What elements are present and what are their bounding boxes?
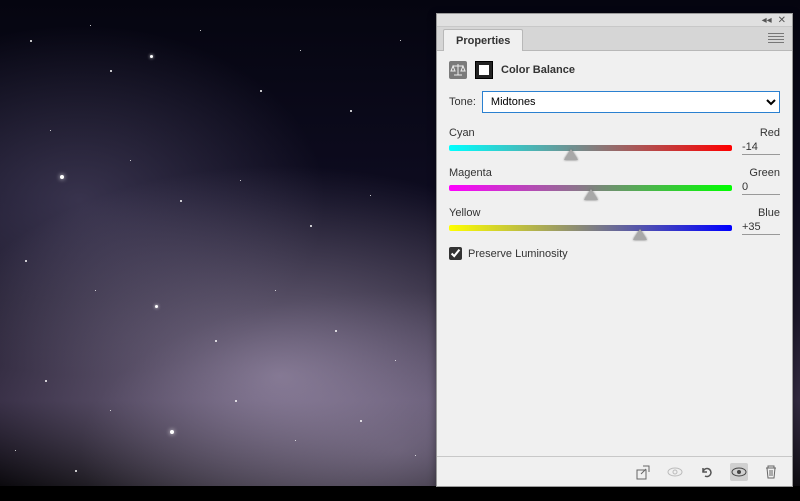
layer-mask-thumbnail[interactable] bbox=[475, 61, 493, 79]
slider-label-left: Cyan bbox=[449, 127, 475, 139]
tone-label: Tone: bbox=[449, 96, 476, 108]
slider-yellow-blue: Yellow Blue +35 bbox=[449, 207, 780, 235]
panel-tabbar: Properties bbox=[437, 27, 792, 51]
panel-footer bbox=[437, 456, 792, 486]
slider-label-left: Yellow bbox=[449, 207, 480, 219]
collapse-icon[interactable]: ◂◂ bbox=[762, 15, 772, 26]
tone-select[interactable]: Midtones bbox=[482, 91, 780, 113]
slider-handle[interactable] bbox=[584, 189, 598, 200]
slider-label-left: Magenta bbox=[449, 167, 492, 179]
slider-label-right: Green bbox=[749, 167, 780, 179]
panel-menu-icon[interactable] bbox=[768, 33, 784, 43]
reset-icon[interactable] bbox=[698, 463, 716, 481]
delete-icon[interactable] bbox=[762, 463, 780, 481]
slider-track-yellow-blue[interactable] bbox=[449, 225, 732, 231]
preserve-luminosity-checkbox[interactable] bbox=[449, 247, 462, 260]
slider-magenta-green: Magenta Green 0 bbox=[449, 167, 780, 195]
slider-label-right: Red bbox=[760, 127, 780, 139]
bottom-bar bbox=[0, 486, 800, 501]
slider-track-magenta-green[interactable] bbox=[449, 185, 732, 191]
close-icon[interactable]: ✕ bbox=[778, 15, 786, 26]
scales-icon bbox=[449, 61, 467, 79]
adjustment-header: Color Balance bbox=[449, 61, 780, 79]
tab-properties[interactable]: Properties bbox=[443, 29, 523, 51]
tone-row: Tone: Midtones bbox=[449, 91, 780, 113]
slider-cyan-red: Cyan Red -14 bbox=[449, 127, 780, 155]
view-previous-icon[interactable] bbox=[666, 463, 684, 481]
panel-body: Color Balance Tone: Midtones Cyan Red -1… bbox=[437, 51, 792, 456]
panel-title-bar: ◂◂ ✕ bbox=[437, 14, 792, 27]
toggle-visibility-icon[interactable] bbox=[730, 463, 748, 481]
preserve-luminosity-row: Preserve Luminosity bbox=[449, 247, 780, 260]
slider-value-magenta-green[interactable]: 0 bbox=[742, 181, 780, 195]
slider-track-cyan-red[interactable] bbox=[449, 145, 732, 151]
slider-label-right: Blue bbox=[758, 207, 780, 219]
adjustment-title: Color Balance bbox=[501, 64, 575, 76]
preserve-luminosity-label[interactable]: Preserve Luminosity bbox=[468, 248, 568, 260]
properties-panel: ◂◂ ✕ Properties Color Balance Tone: Midt… bbox=[436, 13, 793, 487]
slider-value-cyan-red[interactable]: -14 bbox=[742, 141, 780, 155]
slider-value-yellow-blue[interactable]: +35 bbox=[742, 221, 780, 235]
slider-handle[interactable] bbox=[633, 229, 647, 240]
clip-to-layer-icon[interactable] bbox=[634, 463, 652, 481]
slider-handle[interactable] bbox=[564, 149, 578, 160]
